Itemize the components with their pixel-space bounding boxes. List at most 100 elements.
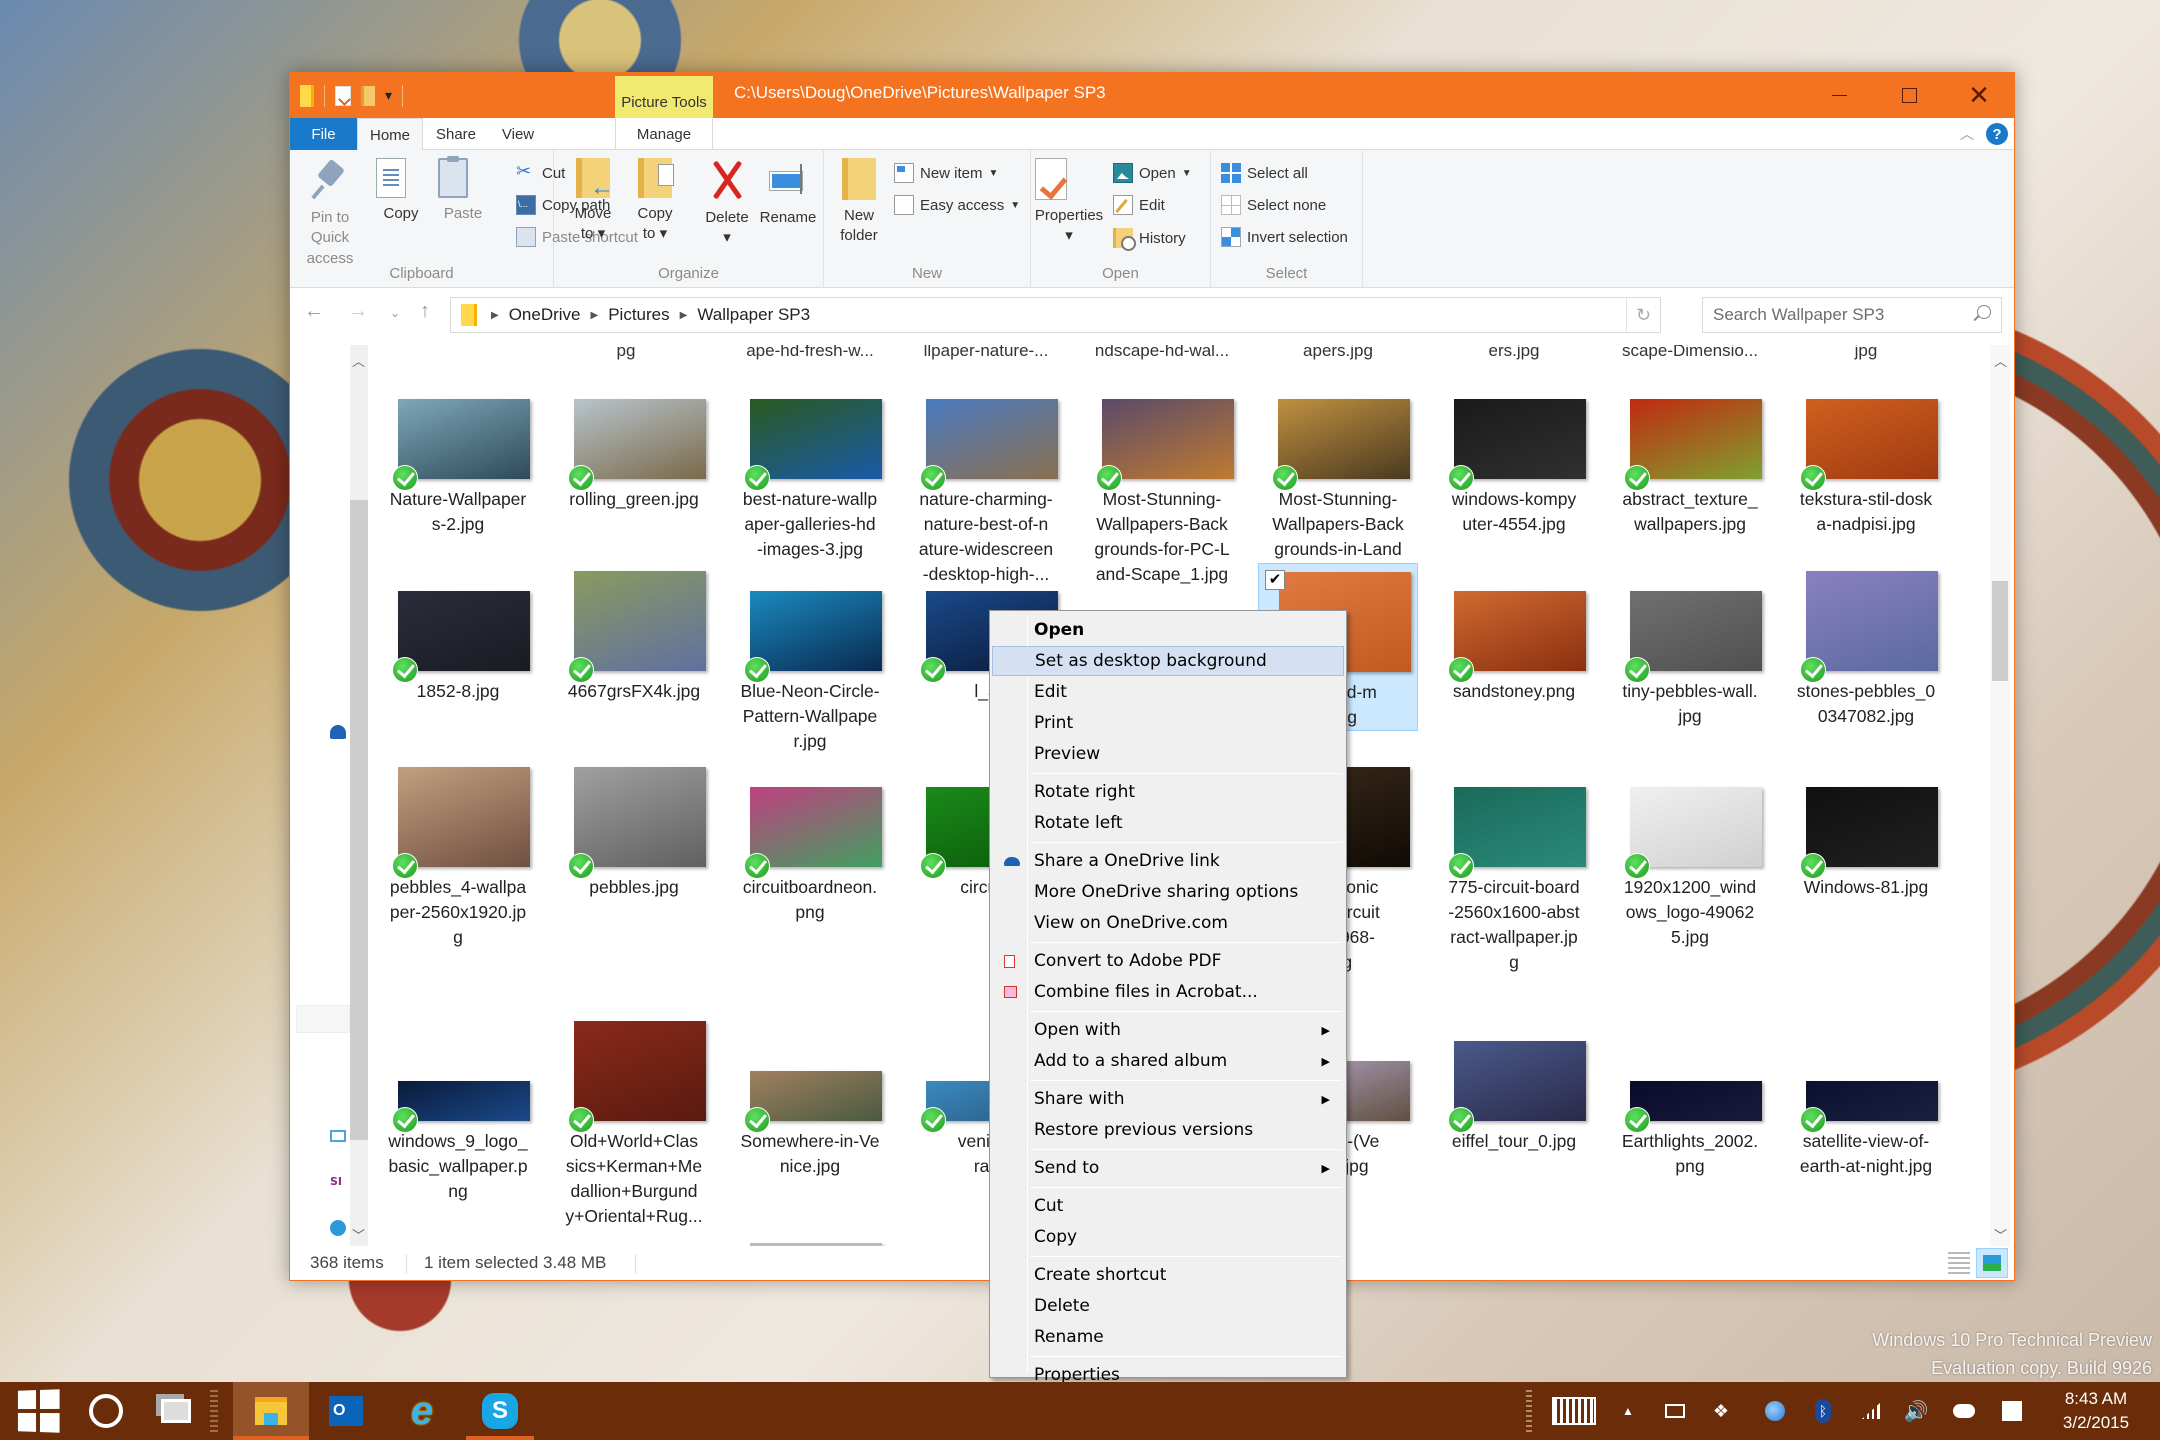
properties-icon[interactable] <box>335 86 351 106</box>
easy-access-button[interactable]: Easy access ▼ <box>894 195 1020 215</box>
breadcrumb-separator-icon[interactable]: ▶ <box>676 310 692 321</box>
tab-manage[interactable]: Manage <box>615 118 713 150</box>
file-tile[interactable]: 1920x1200_wind ows_logo-49062 5.jpg <box>1610 759 1770 959</box>
file-tile[interactable]: circuitboardneon. png <box>730 759 890 959</box>
context-menu-item-cut[interactable]: Cut <box>992 1191 1344 1221</box>
select-none-button[interactable]: Select none <box>1221 195 1326 215</box>
new-folder-icon[interactable] <box>361 86 375 106</box>
file-tile[interactable]: rolling_green.jpg <box>554 371 714 571</box>
file-tile[interactable]: Windows-81.jpg <box>1786 759 1946 959</box>
show-hidden-icons-button[interactable]: ▲ <box>1616 1382 1640 1440</box>
bluetooth-button[interactable]: ᛒ <box>1808 1382 1838 1440</box>
properties-dropdown-icon[interactable]: ▾ <box>1031 226 1107 246</box>
context-menu-item-rotate-left[interactable]: Rotate left <box>992 808 1344 838</box>
context-menu-item-rename[interactable]: Rename <box>992 1322 1344 1352</box>
context-menu-item-share-with[interactable]: Share with ▶ <box>992 1084 1344 1114</box>
task-view-button[interactable] <box>138 1382 214 1440</box>
paste-button[interactable]: Paste <box>432 156 494 224</box>
file-tile[interactable]: abstract_texture_ wallpapers.jpg <box>1610 371 1770 571</box>
network-globe-button[interactable] <box>1760 1382 1790 1440</box>
help-icon[interactable]: ? <box>1986 123 2008 145</box>
search-input[interactable]: Search Wallpaper SP3 <box>1702 297 2002 333</box>
context-menu-item-print[interactable]: Print <box>992 708 1344 738</box>
maximize-button[interactable] <box>1874 73 1944 118</box>
context-menu-item-edit[interactable]: Edit <box>992 677 1344 707</box>
file-tile[interactable]: best-nature-wallp aper-galleries-hd -image… <box>730 371 890 571</box>
file-tile[interactable]: tekstura-stil-dosk a-nadpisi.jpg <box>1786 371 1946 571</box>
delete-dropdown-icon[interactable]: ▾ <box>696 228 758 248</box>
app-shortcut-icon[interactable]: SI <box>330 1175 346 1189</box>
context-menu-item-share-a-onedrive-link[interactable]: Share a OneDrive link <box>992 846 1344 876</box>
properties-button[interactable]: Properties ▾ <box>1031 158 1107 247</box>
selection-checkbox[interactable]: ✔ <box>1265 570 1285 590</box>
wifi-signal-button[interactable] <box>1856 1382 1886 1440</box>
breadcrumb-pictures[interactable]: Pictures <box>602 305 675 325</box>
context-menu-item-send-to[interactable]: Send to ▶ <box>992 1153 1344 1183</box>
details-view-icon[interactable] <box>1948 1252 1970 1274</box>
taskbar-outlook[interactable]: O <box>308 1382 384 1440</box>
file-tile[interactable]: nature-charming-nature-best-of-n ature-wi… <box>906 371 1066 584</box>
cortana-search-button[interactable] <box>68 1382 144 1440</box>
clock[interactable]: 8:43 AM 3/2/2015 <box>2040 1382 2152 1440</box>
file-tile[interactable]: Somewhere-in-Ve nice.jpg <box>730 1013 890 1213</box>
action-center-button[interactable] <box>1996 1382 2028 1440</box>
context-menu-item-rotate-right[interactable]: Rotate right <box>992 777 1344 807</box>
file-tile[interactable]: windows_9_logo_ basic_wallpaper.p ng <box>378 1013 538 1213</box>
new-folder-button[interactable]: New folder <box>828 158 890 247</box>
file-tile[interactable]: Most-Stunning- Wallpapers-Back grounds-in-… <box>1258 371 1418 584</box>
file-tile[interactable]: pebbles.jpg <box>554 759 714 959</box>
copy-button[interactable]: Copy <box>370 158 432 224</box>
history-button[interactable]: History <box>1113 228 1186 251</box>
invert-selection-button[interactable]: Invert selection <box>1221 227 1348 247</box>
dropbox-tray-button[interactable]: ❖ <box>1706 1382 1736 1440</box>
context-menu-item-combine-files-in-acrobat[interactable]: Combine files in Acrobat... <box>992 977 1344 1007</box>
back-arrow-icon[interactable]: ← <box>304 300 324 323</box>
taskbar-internet-explorer[interactable]: e <box>384 1382 460 1440</box>
edit-button[interactable]: Edit <box>1113 195 1165 215</box>
tab-file[interactable]: File <box>290 118 357 150</box>
large-icons-view-icon[interactable] <box>1976 1248 2008 1278</box>
touch-keyboard-button[interactable] <box>1550 1382 1598 1440</box>
tablet-mode-button[interactable] <box>1660 1382 1690 1440</box>
context-menu-item-more-onedrive-sharing-options[interactable]: More OneDrive sharing options <box>992 877 1344 907</box>
context-menu-item-restore-previous-versions[interactable]: Restore previous versions <box>992 1115 1344 1145</box>
volume-button[interactable]: 🔊 <box>1900 1382 1932 1440</box>
pin-to-quick-access-button[interactable]: Pin to Quick access <box>294 158 366 269</box>
file-tile[interactable]: sandstoney.png <box>1434 563 1594 763</box>
context-menu-item-open-with[interactable]: Open with ▶ <box>992 1015 1344 1045</box>
file-tile[interactable]: windows-kompy uter-4554.jpg <box>1434 371 1594 571</box>
refresh-icon[interactable]: ↻ <box>1626 298 1660 332</box>
start-button[interactable] <box>0 1382 76 1440</box>
scroll-up-icon[interactable]: ︿ <box>352 351 365 370</box>
breadcrumb-separator-icon[interactable]: ▶ <box>587 310 603 321</box>
scroll-down-icon[interactable]: ﹀ <box>1994 1225 2007 1244</box>
tab-share[interactable]: Share <box>425 118 487 150</box>
context-menu-item-add-to-a-shared-album[interactable]: Add to a shared album ▶ <box>992 1046 1344 1076</box>
file-tile[interactable]: Old+World+Clas sics+Kerman+Me dallion+Burg… <box>554 1013 714 1226</box>
file-tile[interactable]: stones-pebbles_0 0347082.jpg <box>1786 563 1946 763</box>
open-button[interactable]: Open ▼ <box>1113 163 1192 183</box>
delete-button[interactable]: Delete ▾ <box>696 158 758 249</box>
context-menu-item-convert-to-adobe-pdf[interactable]: Convert to Adobe PDF <box>992 946 1344 976</box>
onedrive-icon[interactable] <box>330 725 346 739</box>
new-item-button[interactable]: New item ▼ <box>894 163 998 183</box>
this-pc-icon[interactable] <box>330 1130 346 1142</box>
context-menu-item-delete[interactable]: Delete <box>992 1291 1344 1321</box>
file-tile[interactable]: 775-circuit-board -2560x1600-abst ract-wal… <box>1434 759 1594 972</box>
navigation-pane-item[interactable] <box>296 1005 350 1033</box>
taskbar-file-explorer[interactable] <box>233 1382 309 1440</box>
scroll-down-icon[interactable]: ﹀ <box>352 1225 365 1244</box>
scroll-up-icon[interactable]: ︿ <box>1994 351 2007 370</box>
select-all-button[interactable]: Select all <box>1221 163 1308 183</box>
file-tile[interactable]: Earthlights_2002. png <box>1610 1013 1770 1213</box>
tray-grip[interactable] <box>1524 1382 1534 1440</box>
context-menu-item-view-on-onedrive-com[interactable]: View on OneDrive.com <box>992 908 1344 938</box>
context-menu-item-open[interactable]: Open <box>992 615 1344 645</box>
forward-arrow-icon[interactable]: → <box>348 300 368 323</box>
context-menu-item-create-shortcut[interactable]: Create shortcut <box>992 1260 1344 1290</box>
close-button[interactable]: ✕ <box>1944 73 2014 118</box>
content-scrollbar[interactable]: ︿ ﹀ <box>1990 345 2010 1248</box>
context-menu-item-set-as-desktop-background[interactable]: Set as desktop background <box>992 646 1344 676</box>
file-tile[interactable]: 4667grsFX4k.jpg <box>554 563 714 763</box>
file-tile[interactable]: tiny-pebbles-wall. jpg <box>1610 563 1770 763</box>
